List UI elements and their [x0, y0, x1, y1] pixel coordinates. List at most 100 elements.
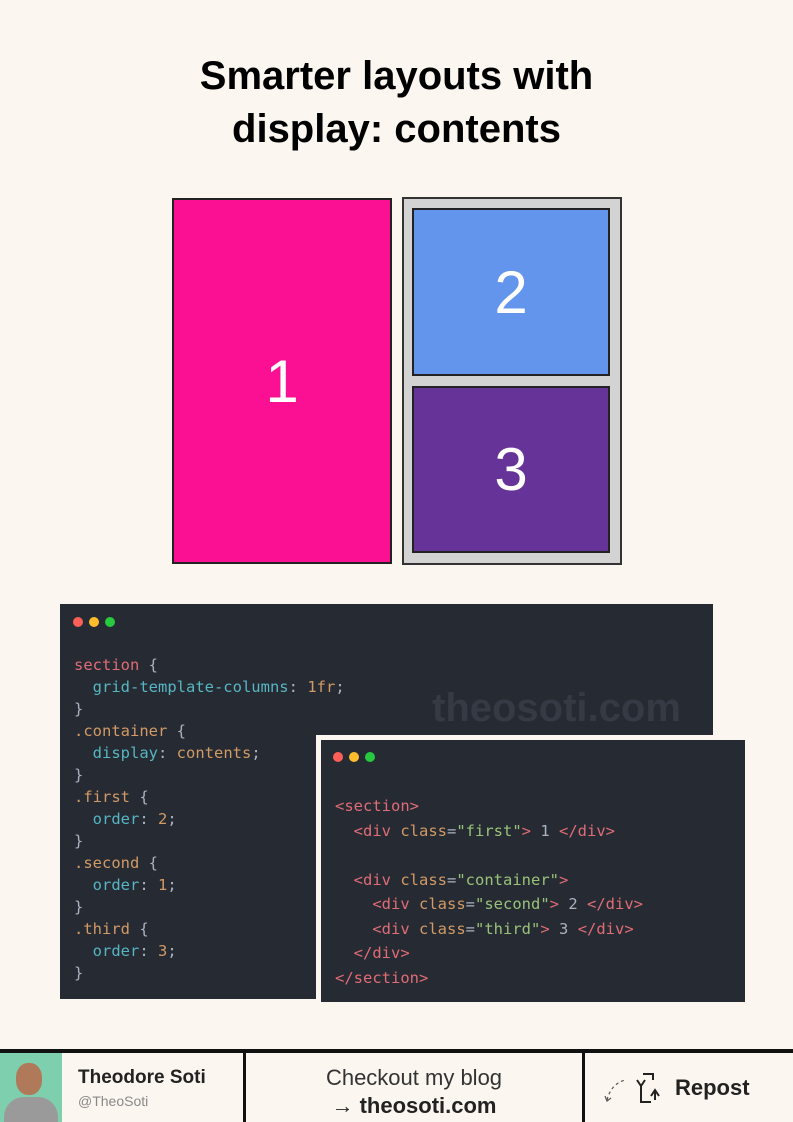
code-token: </div>	[335, 944, 410, 962]
code-token: <section>	[335, 797, 419, 815]
grid-item-3: 3	[412, 386, 610, 553]
code-token: }	[74, 898, 84, 916]
grid-item-1: 1	[172, 198, 392, 564]
code-token: order	[74, 810, 140, 828]
code-token: }	[74, 832, 84, 850]
code-token: {	[130, 920, 149, 938]
code-token: ;	[167, 876, 177, 894]
code-token: 1	[540, 821, 560, 840]
code-token: </div>	[577, 919, 634, 938]
code-token: ;	[167, 942, 177, 960]
code-token: </div>	[587, 895, 644, 913]
repost-icon	[604, 1072, 660, 1103]
html-code-window: <section> <div class="first"> 1 </div> <…	[316, 735, 750, 1002]
code-line: <div class="container">	[335, 869, 745, 894]
code-line: </div>	[335, 942, 745, 967]
box-2-label: 2	[494, 258, 528, 326]
code-token: <div	[335, 821, 401, 840]
code-token: :	[158, 744, 177, 762]
page-title: Smarter layouts with display: contents	[0, 50, 793, 156]
author-name: Theodore Soti	[78, 1066, 206, 1088]
code-token: <div	[335, 919, 419, 938]
avatar	[0, 1053, 62, 1122]
code-token: class	[419, 895, 466, 913]
window-controls	[73, 617, 115, 627]
code-token: >	[540, 919, 560, 938]
code-token: 2	[158, 810, 168, 828]
code-token: {	[130, 788, 149, 806]
code-line: <section>	[335, 795, 745, 820]
code-line: <div class="third"> 3 </div>	[335, 918, 745, 943]
author-handle: @TheoSoti	[78, 1092, 149, 1109]
code-token: class	[400, 870, 447, 889]
code-line: <div class="first"> 1 </div>	[335, 820, 745, 845]
code-token: class	[400, 821, 447, 840]
close-dot-icon	[333, 752, 343, 762]
maximize-dot-icon	[365, 752, 375, 762]
code-token: :	[139, 942, 158, 960]
code-token: >	[559, 870, 569, 889]
code-token: ;	[335, 678, 345, 696]
title-line-2: display: contents	[232, 107, 561, 151]
maximize-dot-icon	[105, 617, 115, 627]
code-line: </section>	[335, 967, 745, 992]
minimize-dot-icon	[89, 617, 99, 627]
code-token: =	[447, 870, 457, 889]
footer: Theodore Soti @TheoSoti Checkout my blog…	[0, 1049, 793, 1122]
repost-button[interactable]: Repost	[585, 1053, 793, 1122]
code-token: section	[74, 656, 140, 674]
code-token: 3	[559, 919, 578, 938]
watermark: theosoti.com	[432, 686, 681, 730]
code-token: display	[74, 744, 158, 762]
code-token: 1	[158, 876, 168, 894]
code-token: "first"	[456, 821, 522, 840]
code-token: >	[549, 895, 569, 913]
code-token: >	[521, 821, 541, 840]
code-token: {	[139, 656, 158, 674]
code-token: order	[74, 942, 140, 960]
code-token: grid-template-columns	[74, 678, 289, 696]
code-token: =	[447, 821, 457, 840]
code-token: 1fr	[307, 678, 336, 696]
code-line: <div class="second"> 2 </div>	[335, 893, 745, 918]
code-token: </section>	[335, 968, 429, 987]
code-token: <div	[335, 895, 419, 913]
code-token: "container"	[456, 870, 559, 889]
code-token: </div>	[559, 821, 616, 840]
code-token: 2	[568, 895, 588, 913]
box-3-label: 3	[494, 436, 528, 503]
blog-link[interactable]: Checkout my blog → theosoti.com	[246, 1053, 585, 1122]
code-token: :	[288, 678, 308, 696]
repost-label: Repost	[675, 1074, 750, 1100]
code-token: }	[74, 700, 84, 718]
code-token: "third"	[475, 919, 541, 938]
grid-item-2: 2	[412, 208, 610, 376]
code-token: order	[74, 876, 140, 894]
code-token: <div	[335, 870, 401, 889]
code-token: :	[139, 810, 158, 828]
code-token: .container	[74, 722, 168, 740]
code-token: class	[419, 919, 466, 938]
code-token: "second"	[475, 895, 550, 913]
minimize-dot-icon	[349, 752, 359, 762]
code-line: section {	[74, 654, 713, 676]
code-token: ;	[167, 810, 177, 828]
title-line-1: Smarter layouts with	[199, 54, 594, 98]
close-dot-icon	[73, 617, 83, 627]
code-token: {	[167, 722, 186, 740]
code-token: ;	[251, 744, 261, 762]
code-token: }	[74, 964, 84, 982]
code-token: .second	[74, 854, 140, 872]
code-token: }	[74, 766, 84, 784]
blog-url[interactable]: → theosoti.com	[246, 1093, 582, 1119]
code-token: {	[139, 854, 158, 872]
code-token: =	[465, 919, 476, 938]
code-token: .third	[74, 920, 130, 938]
code-token: =	[465, 895, 476, 913]
code-token: .first	[74, 788, 130, 806]
window-controls	[333, 752, 375, 762]
box-1-label: 1	[265, 347, 299, 415]
code-token: contents	[176, 744, 252, 762]
author-card[interactable]: Theodore Soti @TheoSoti	[0, 1053, 246, 1122]
